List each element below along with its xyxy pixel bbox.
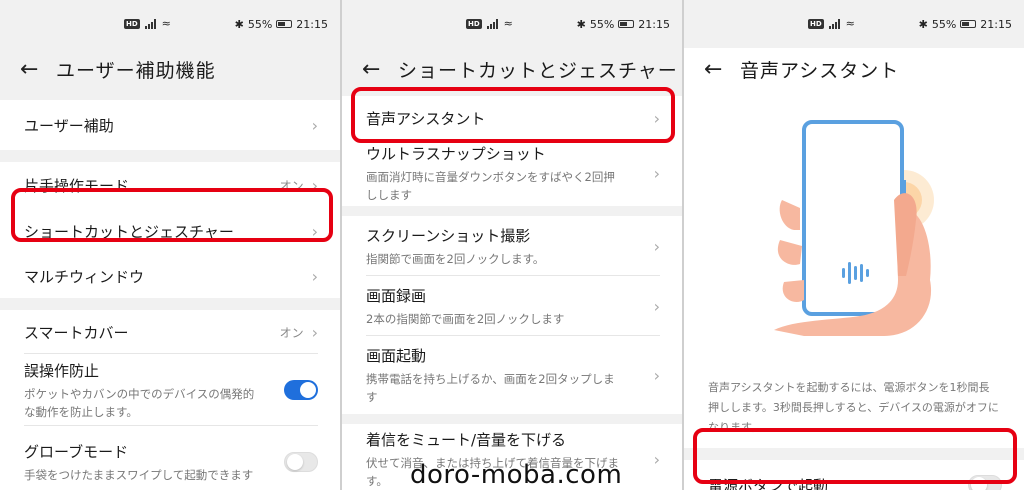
row-label: 片手操作モード xyxy=(24,176,130,195)
chevron-right-icon: › xyxy=(653,296,660,316)
clock: 21:15 xyxy=(638,17,670,31)
row-power-button-launch[interactable]: 電源ボタンで起動 xyxy=(684,460,1024,490)
row-label: グローブモード xyxy=(24,442,129,461)
back-arrow-icon[interactable]: ← xyxy=(362,57,398,82)
row-sub: 2本の指関節で画面を2回ノックします xyxy=(366,311,565,326)
bluetooth-icon: ✱ xyxy=(918,17,928,31)
row-glove[interactable]: グローブモード 手袋をつけたままスワイプして起動できます xyxy=(0,426,340,490)
bluetooth-icon: ✱ xyxy=(234,17,244,31)
battery-icon xyxy=(276,20,293,28)
chevron-right-icon: › xyxy=(653,449,660,469)
description: 音声アシスタントを起動するには、電源ボタンを1秒間長押しします。3秒間長押しする… xyxy=(684,366,1024,448)
clock: 21:15 xyxy=(980,17,1012,31)
page-title: ユーザー補助機能 xyxy=(56,59,216,82)
chevron-right-icon: › xyxy=(311,115,318,135)
panel-accessibility: HD ≈ ✱ 55% 21:15 ← ユーザー補助機能 ユーザー補助 › 片手操… xyxy=(0,0,340,490)
chevron-right-icon: › xyxy=(653,236,660,256)
panel-voice-assistant: HD ≈ ✱ 55% 21:15 ← 音声アシスタント 音声アシスタントを起動す… xyxy=(684,0,1024,490)
row-sub: ポケットやカバンの中でのデバイスの偶発的な動作を防止します。 xyxy=(24,386,255,419)
prevent-mis-toggle[interactable] xyxy=(284,380,318,400)
row-label: ショートカットとジェスチャー xyxy=(24,222,234,241)
signal-icon xyxy=(144,18,157,29)
panel-shortcuts: HD ≈ ✱ 55% 21:15 ← ショートカットとジェスチャー 音声アシスタ… xyxy=(342,0,682,490)
row-smart-cover[interactable]: スマートカバー オン › xyxy=(0,310,340,354)
bluetooth-icon: ✱ xyxy=(576,17,586,31)
status-bar: HD ≈ ✱ 55% 21:15 xyxy=(0,0,340,48)
battery-percent: 55% xyxy=(931,17,957,31)
status-bar: HD ≈ ✱ 55% 21:15 xyxy=(342,0,682,48)
battery-percent: 55% xyxy=(589,17,615,31)
row-prevent-mis[interactable]: 誤操作防止 ポケットやカバンの中でのデバイスの偶発的な動作を防止します。 xyxy=(0,354,340,426)
row-value: オン xyxy=(279,325,304,340)
row-label: 画面起動 xyxy=(366,346,427,365)
page-title: 音声アシスタント xyxy=(740,59,900,82)
row-accessibility[interactable]: ユーザー補助 › xyxy=(0,100,340,150)
row-label: ウルトラスナップショット xyxy=(366,144,546,163)
chevron-right-icon: › xyxy=(311,221,318,241)
row-label: スマートカバー xyxy=(24,323,129,342)
back-arrow-icon[interactable]: ← xyxy=(20,57,56,82)
row-screen-wake[interactable]: 画面起動 携帯電話を持ち上げるか、画面を2回タップします › xyxy=(342,336,682,414)
row-screenshot[interactable]: スクリーンショット撮影 指関節で画面を2回ノックします。 › xyxy=(342,216,682,276)
row-multiwindow[interactable]: マルチウィンドウ › xyxy=(0,254,340,298)
power-button-toggle[interactable] xyxy=(968,475,1002,490)
row-label: 電源ボタンで起動 xyxy=(708,476,829,490)
battery-percent: 55% xyxy=(247,17,273,31)
row-label: 画面録画 xyxy=(366,286,427,305)
chevron-right-icon: › xyxy=(311,322,318,342)
battery-icon xyxy=(618,20,635,28)
row-label: 音声アシスタント xyxy=(366,109,486,128)
row-label: スクリーンショット撮影 xyxy=(366,226,531,245)
signal-icon xyxy=(828,18,841,29)
wifi-icon: ≈ xyxy=(503,17,513,30)
row-screen-record[interactable]: 画面録画 2本の指関節で画面を2回ノックします › xyxy=(342,276,682,336)
row-label: 着信をミュート/音量を下げる xyxy=(366,430,567,449)
wifi-icon: ≈ xyxy=(845,17,855,30)
row-voice-assistant[interactable]: 音声アシスタント › xyxy=(342,96,682,140)
hd-icon: HD xyxy=(124,18,140,29)
row-value: オン xyxy=(279,178,304,193)
chevron-right-icon: › xyxy=(311,175,318,195)
row-sub: 画面消灯時に音量ダウンボタンをすばやく2回押しします xyxy=(366,169,615,202)
row-label: マルチウィンドウ xyxy=(24,267,145,286)
phone-hand-illustration xyxy=(684,90,1024,366)
chevron-right-icon: › xyxy=(653,365,660,385)
chevron-right-icon: › xyxy=(653,108,660,128)
row-one-hand[interactable]: 片手操作モード オン › xyxy=(0,162,340,208)
battery-icon xyxy=(960,20,977,28)
row-sub: 指関節で画面を2回ノックします。 xyxy=(366,251,545,266)
hd-icon: HD xyxy=(808,18,824,29)
row-sub: 携帯電話を持ち上げるか、画面を2回タップします xyxy=(366,371,615,404)
row-label: 誤操作防止 xyxy=(24,361,100,380)
glove-toggle[interactable] xyxy=(284,452,318,472)
signal-icon xyxy=(486,18,499,29)
clock: 21:15 xyxy=(296,17,328,31)
chevron-right-icon: › xyxy=(311,266,318,286)
back-arrow-icon[interactable]: ← xyxy=(704,57,740,82)
row-ultra-snapshot[interactable]: ウルトラスナップショット 画面消灯時に音量ダウンボタンをすばやく2回押しします … xyxy=(342,140,682,206)
chevron-right-icon: › xyxy=(653,163,660,183)
row-sub: 手袋をつけたままスワイプして起動できます xyxy=(24,467,254,482)
watermark: doro-moba.com xyxy=(410,460,623,490)
hd-icon: HD xyxy=(466,18,482,29)
wifi-icon: ≈ xyxy=(161,17,171,30)
row-label: ユーザー補助 xyxy=(24,116,114,135)
status-bar: HD ≈ ✱ 55% 21:15 xyxy=(684,0,1024,48)
page-title: ショートカットとジェスチャー xyxy=(398,59,678,82)
row-shortcuts[interactable]: ショートカットとジェスチャー › xyxy=(0,208,340,254)
